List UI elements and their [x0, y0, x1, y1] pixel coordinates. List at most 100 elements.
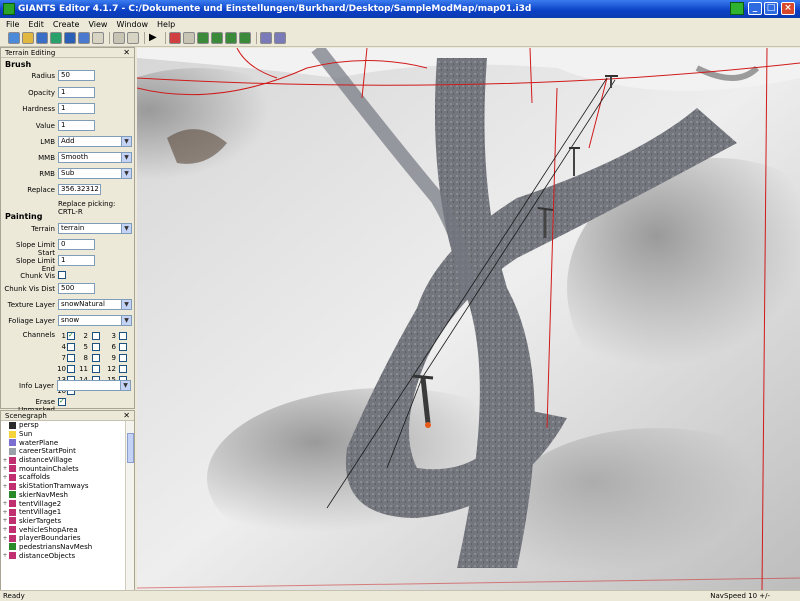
expand-icon[interactable]: +: [1, 535, 9, 542]
terrain-foliage-icon[interactable]: [239, 32, 251, 44]
tree-item[interactable]: skierNavMesh: [1, 491, 125, 500]
chunk-vis-checkbox[interactable]: [58, 271, 66, 279]
open-file-icon[interactable]: [22, 32, 34, 44]
chevron-down-icon[interactable]: ▼: [121, 300, 131, 309]
slope-end-input[interactable]: 1: [58, 255, 95, 266]
channel-7-checkbox[interactable]: [67, 354, 75, 362]
slope-start-input[interactable]: 0: [58, 239, 95, 250]
tree-item[interactable]: Sun: [1, 430, 125, 439]
channel-8-checkbox[interactable]: [92, 354, 100, 362]
save-all-icon[interactable]: [64, 32, 76, 44]
undo-icon[interactable]: [113, 32, 125, 44]
channel-5-checkbox[interactable]: [92, 343, 100, 351]
redo-icon[interactable]: [127, 32, 139, 44]
rmb-select[interactable]: Sub ▼: [58, 168, 132, 179]
terrain-select[interactable]: terrain ▼: [58, 223, 132, 234]
chunk-vis-dist-input[interactable]: 500: [58, 283, 95, 294]
chevron-down-icon[interactable]: ▼: [121, 224, 131, 233]
foliage-layer-select[interactable]: snow ▼: [58, 315, 132, 326]
save-icon[interactable]: [36, 32, 48, 44]
channel-1-checkbox[interactable]: [67, 331, 75, 340]
channel-10-checkbox[interactable]: [67, 365, 75, 373]
menu-edit[interactable]: Edit: [28, 20, 44, 29]
maximize-button[interactable]: □: [764, 2, 778, 15]
channel-3-checkbox[interactable]: [119, 332, 127, 340]
menu-file[interactable]: File: [6, 20, 19, 29]
tree-item[interactable]: + distanceObjects: [1, 551, 125, 560]
chevron-down-icon[interactable]: ▼: [121, 169, 131, 178]
expand-icon[interactable]: +: [1, 509, 9, 516]
minimize-button[interactable]: _: [748, 2, 762, 15]
toolbar-separator: [144, 32, 145, 44]
channel-4-checkbox[interactable]: [67, 343, 75, 351]
chevron-down-icon[interactable]: ▼: [121, 153, 131, 162]
tree-item[interactable]: + vehicleShopArea: [1, 525, 125, 534]
group-icon: [9, 456, 16, 464]
menu-window[interactable]: Window: [116, 20, 148, 29]
group-icon: [9, 508, 16, 516]
menu-view[interactable]: View: [88, 20, 107, 29]
expand-icon[interactable]: +: [1, 517, 9, 524]
tree-item[interactable]: + tentVillage1: [1, 508, 125, 517]
channel-12-checkbox[interactable]: [119, 365, 127, 373]
tree-item[interactable]: + distanceVillage: [1, 456, 125, 465]
select-icon[interactable]: [169, 32, 181, 44]
settings-icon[interactable]: [274, 32, 286, 44]
expand-icon[interactable]: +: [1, 457, 9, 464]
tree-item[interactable]: + tentVillage2: [1, 499, 125, 508]
scrollbar[interactable]: [125, 421, 134, 591]
tree-item[interactable]: + skierTargets: [1, 517, 125, 526]
close-icon[interactable]: ✕: [123, 48, 130, 58]
expand-icon[interactable]: +: [1, 483, 9, 490]
play-icon[interactable]: ▶: [148, 32, 160, 44]
tree-item[interactable]: careerStartPoint: [1, 447, 125, 456]
expand-icon[interactable]: +: [1, 465, 9, 472]
tree-item[interactable]: + scaffolds: [1, 473, 125, 482]
tree-item[interactable]: + playerBoundaries: [1, 534, 125, 543]
expand-icon[interactable]: +: [1, 552, 9, 559]
menu-create[interactable]: Create: [53, 20, 80, 29]
opacity-input[interactable]: 1: [58, 87, 95, 98]
texture-layer-select[interactable]: snowNatural ▼: [58, 299, 132, 310]
channel-11-checkbox[interactable]: [92, 365, 100, 373]
terrain-lower-icon[interactable]: [211, 32, 223, 44]
3d-viewport[interactable]: [137, 48, 800, 590]
hardness-input[interactable]: 1: [58, 103, 95, 114]
move-icon[interactable]: [183, 32, 195, 44]
tree-item[interactable]: persp: [1, 421, 125, 430]
refresh-icon[interactable]: [50, 32, 62, 44]
new-file-icon[interactable]: [8, 32, 20, 44]
close-button[interactable]: ×: [781, 2, 795, 15]
info-layer-select[interactable]: ▼: [57, 380, 131, 391]
tray-app-icon[interactable]: [730, 2, 744, 15]
tree-item[interactable]: + skiStationTramways: [1, 482, 125, 491]
gear-icon[interactable]: [260, 32, 272, 44]
terrain-raise-icon[interactable]: [197, 32, 209, 44]
channel-9-checkbox[interactable]: [119, 354, 127, 362]
channel-6-checkbox[interactable]: [119, 343, 127, 351]
erase-unmasked-checkbox[interactable]: [58, 397, 66, 406]
tree-item[interactable]: pedestriansNavMesh: [1, 543, 125, 552]
expand-icon[interactable]: +: [1, 500, 9, 507]
status-bar: Ready NavSpeed 10 +/-: [0, 590, 800, 600]
terrain-scene[interactable]: [137, 48, 800, 590]
scrollbar-thumb[interactable]: [127, 433, 134, 463]
chevron-down-icon[interactable]: ▼: [121, 316, 131, 325]
help-icon[interactable]: [92, 32, 104, 44]
menu-help[interactable]: Help: [157, 20, 175, 29]
terrain-paint-icon[interactable]: [225, 32, 237, 44]
chevron-down-icon[interactable]: ▼: [121, 137, 131, 146]
tree-item[interactable]: waterPlane: [1, 438, 125, 447]
expand-icon[interactable]: +: [1, 526, 9, 533]
tree-item[interactable]: + mountainChalets: [1, 464, 125, 473]
mmb-select[interactable]: Smooth ▼: [58, 152, 132, 163]
radius-input[interactable]: 50: [58, 70, 95, 81]
chevron-down-icon[interactable]: ▼: [120, 381, 130, 390]
close-icon[interactable]: ✕: [123, 411, 130, 421]
expand-icon[interactable]: +: [1, 474, 9, 481]
replace-input[interactable]: 356.32312: [58, 184, 101, 195]
channel-2-checkbox[interactable]: [92, 332, 100, 340]
value-input[interactable]: 1: [58, 120, 95, 131]
lmb-select[interactable]: Add ▼: [58, 136, 132, 147]
export-icon[interactable]: [78, 32, 90, 44]
